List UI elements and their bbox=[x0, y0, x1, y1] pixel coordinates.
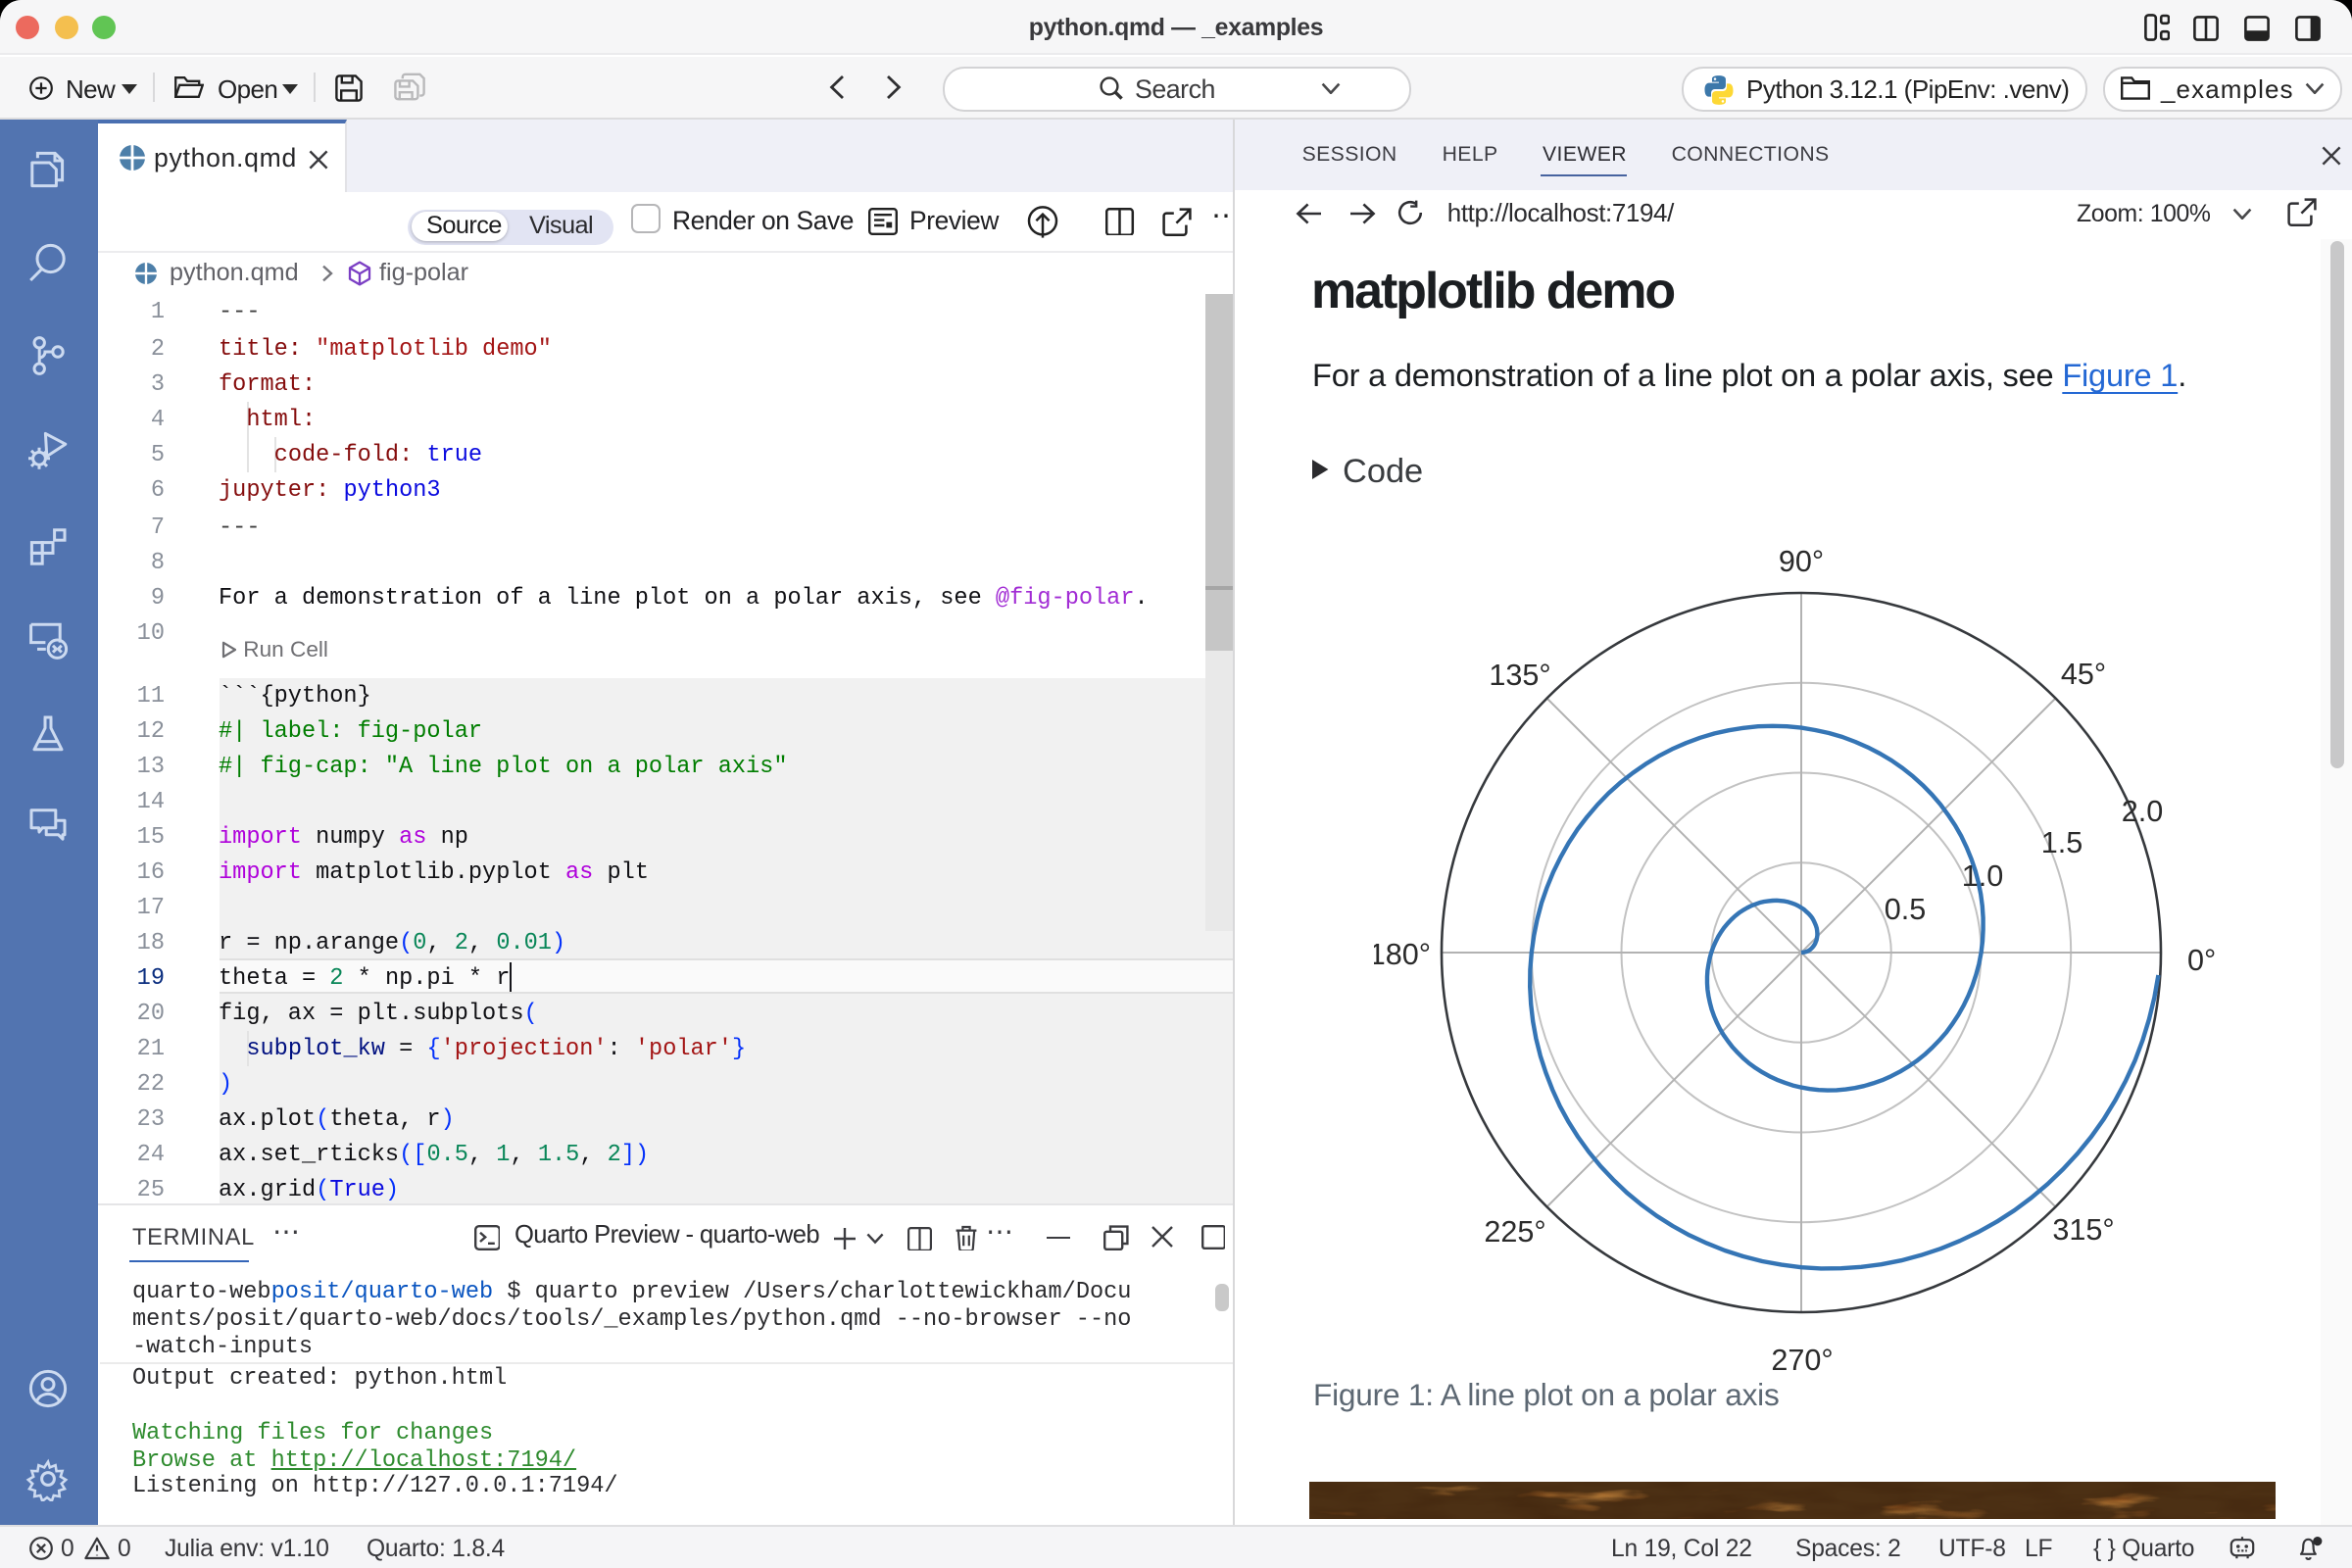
svg-text:2.0: 2.0 bbox=[2122, 794, 2164, 827]
svg-text:135°: 135° bbox=[1489, 658, 1550, 691]
svg-text:270°: 270° bbox=[1771, 1343, 1833, 1376]
svg-text:45°: 45° bbox=[2061, 657, 2106, 690]
svg-text:1.5: 1.5 bbox=[2041, 825, 2083, 858]
svg-text:0°: 0° bbox=[2187, 943, 2216, 976]
svg-text:90°: 90° bbox=[1779, 544, 1824, 577]
svg-text:180°: 180° bbox=[1374, 937, 1431, 970]
svg-text:0.5: 0.5 bbox=[1885, 892, 1927, 925]
svg-text:225°: 225° bbox=[1484, 1214, 1545, 1248]
svg-text:1.0: 1.0 bbox=[1962, 858, 2004, 892]
svg-text:315°: 315° bbox=[2052, 1212, 2114, 1246]
